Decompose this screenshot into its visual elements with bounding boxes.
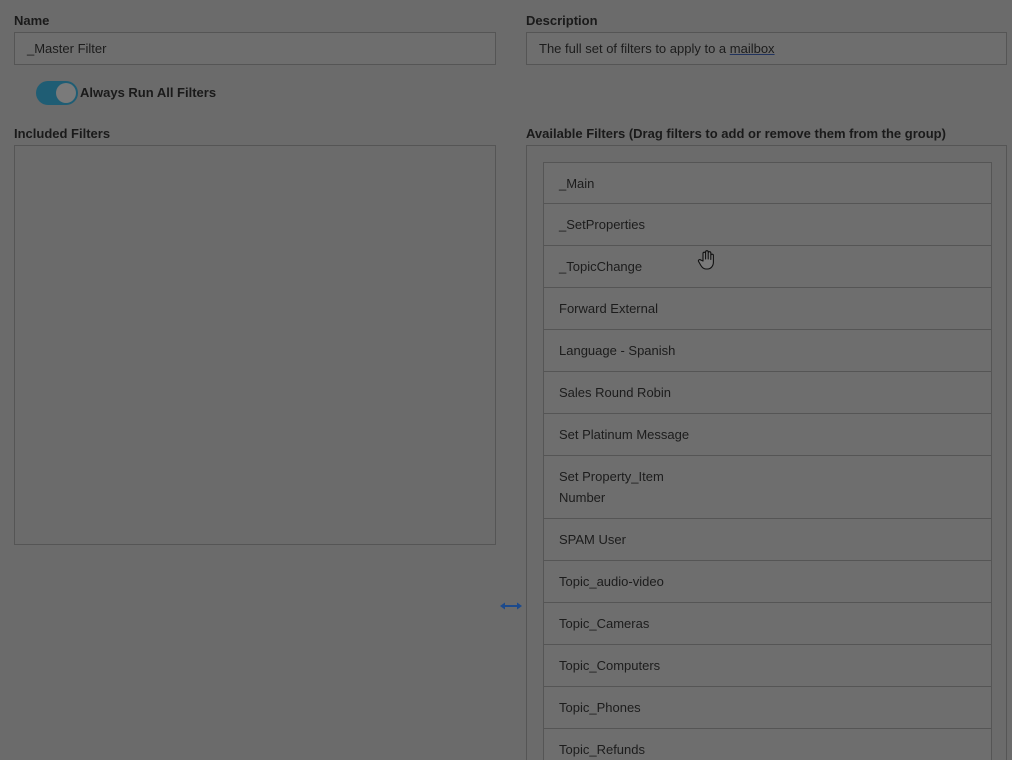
filter-item-label: _Main: [559, 175, 595, 191]
filter-item-label: Set Property_Item Number: [559, 469, 664, 505]
description-field-text: The full set of filters to apply to a: [539, 41, 730, 56]
filter-item-label: Topic_audio-video: [559, 574, 664, 589]
filter-group-editor: Name _Master Filter Description The full…: [0, 0, 1012, 760]
available-filters-label: Available Filters (Drag filters to add o…: [526, 126, 946, 141]
included-filters-label: Included Filters: [14, 126, 111, 141]
filter-item-label: _TopicChange: [559, 259, 643, 274]
filter-item-label: Topic_Cameras: [559, 616, 650, 631]
filter-item[interactable]: Topic_Cameras: [543, 603, 992, 645]
grab-hand-icon: [697, 249, 717, 271]
filter-item[interactable]: _SetProperties: [543, 204, 992, 246]
filter-item-label: Forward External: [559, 301, 658, 316]
description-label: Description: [526, 13, 598, 28]
filter-item-label: Topic_Computers: [559, 658, 661, 673]
filter-item[interactable]: _TopicChange: [543, 246, 992, 288]
description-field-link-text: mailbox: [729, 41, 775, 56]
filter-item-label: Language - Spanish: [559, 343, 676, 358]
filter-item[interactable]: Topic_Refunds: [543, 729, 992, 760]
filter-item[interactable]: SPAM User: [543, 519, 992, 561]
included-filters-dropzone[interactable]: [14, 145, 496, 545]
filter-item[interactable]: Set Platinum Message: [543, 414, 992, 456]
toggle-knob: [56, 83, 76, 103]
filter-item[interactable]: Topic_audio-video: [543, 561, 992, 603]
filter-item-label: Topic_Phones: [559, 700, 641, 715]
always-run-label: Always Run All Filters: [80, 85, 217, 100]
filter-item-label: SPAM User: [559, 532, 626, 547]
name-field[interactable]: _Master Filter: [14, 32, 496, 65]
filter-item[interactable]: Topic_Computers: [543, 645, 992, 687]
description-field[interactable]: The full set of filters to apply to a ma…: [526, 32, 1007, 65]
filter-item[interactable]: Topic_Phones: [543, 687, 992, 729]
filter-item-label: Topic_Refunds: [559, 742, 645, 757]
filter-item[interactable]: _Main: [543, 162, 992, 204]
name-field-value: _Master Filter: [27, 41, 107, 56]
filter-item[interactable]: Language - Spanish: [543, 330, 992, 372]
horizontal-resize-icon[interactable]: [499, 598, 523, 614]
available-filters-list: _Main _SetProperties _TopicChange Forward E…: [543, 162, 992, 760]
available-filters-panel: _Main _SetProperties _TopicChange Forward E…: [526, 145, 1007, 760]
name-label: Name: [14, 13, 50, 28]
filter-item-label: _SetProperties: [559, 217, 645, 232]
filter-item[interactable]: Forward External: [543, 288, 992, 330]
filter-item[interactable]: Set Property_Item Number: [543, 456, 992, 519]
filter-item[interactable]: Sales Round Robin: [543, 372, 992, 414]
filter-item-label: Sales Round Robin: [559, 385, 672, 400]
always-run-toggle[interactable]: [36, 81, 78, 105]
filter-item-label: Set Platinum Message: [559, 427, 690, 442]
